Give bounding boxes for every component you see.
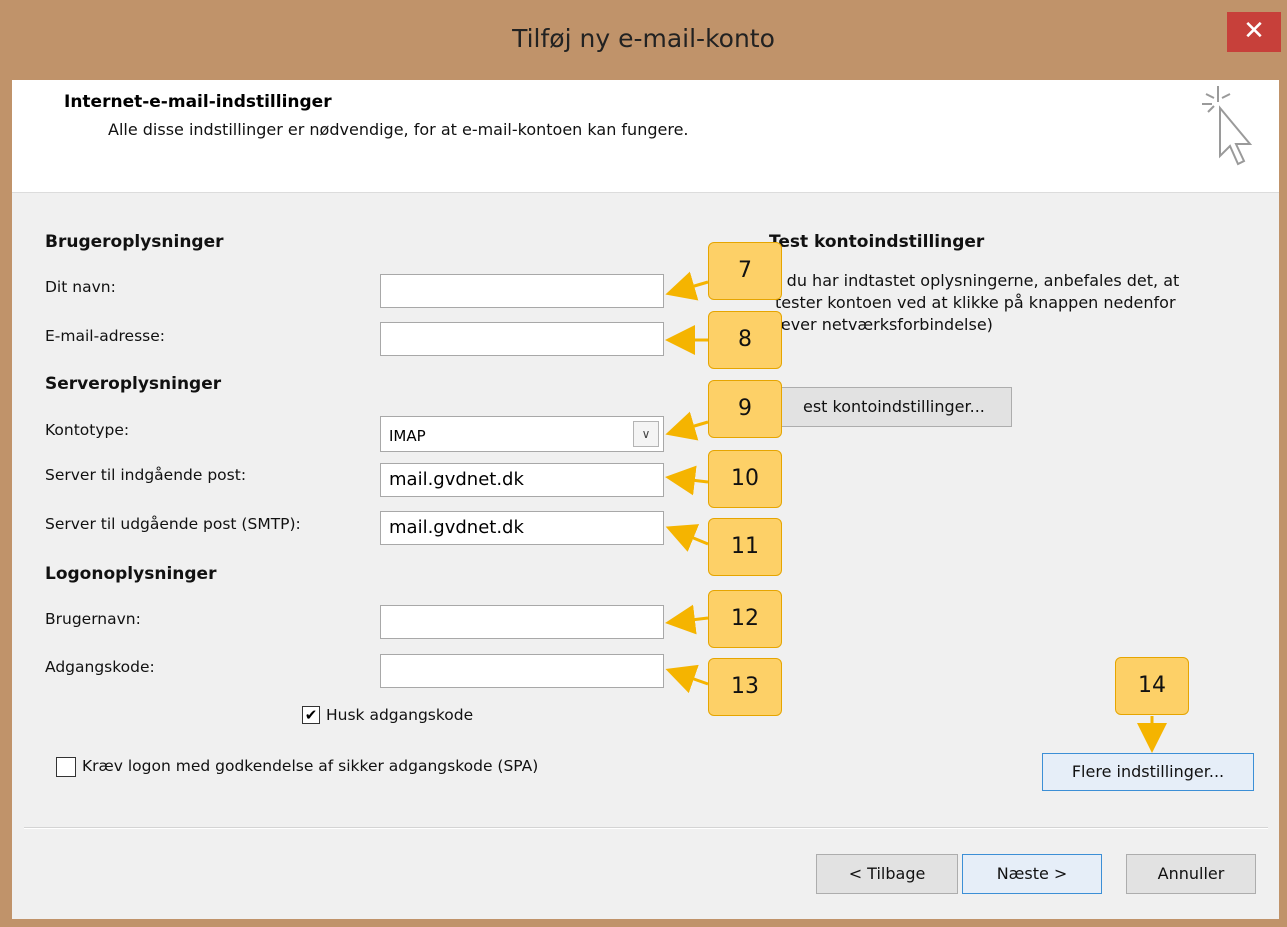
footer-divider xyxy=(24,827,1268,829)
spa-label[interactable]: Kræv logon med godkendelse af sikker adg… xyxy=(82,757,538,775)
email-label: E-mail-adresse: xyxy=(45,327,166,345)
title-bar[interactable]: Tilføj ny e-mail-konto ✕ xyxy=(0,0,1287,84)
callout-badge: 12 xyxy=(708,590,782,648)
more-settings-button[interactable]: Flere indstillinger... xyxy=(1042,753,1254,791)
callout-badge: 10 xyxy=(708,450,782,508)
name-field[interactable] xyxy=(380,274,664,308)
user-info-heading: Brugeroplysninger xyxy=(45,232,224,252)
page-title: Internet-e-mail-indstillinger xyxy=(64,92,332,112)
server-info-heading: Serveroplysninger xyxy=(45,374,222,394)
callout-badge: 11 xyxy=(708,518,782,576)
username-label: Brugernavn: xyxy=(45,610,141,628)
logon-info-heading: Logonoplysninger xyxy=(45,564,217,584)
spa-checkbox[interactable] xyxy=(56,757,76,777)
window-title: Tilføj ny e-mail-konto xyxy=(512,24,775,53)
username-field[interactable] xyxy=(380,605,664,639)
header-band: Internet-e-mail-indstillinger Alle disse… xyxy=(12,80,1279,193)
password-field[interactable] xyxy=(380,654,664,688)
test-settings-heading: Test kontoindstillinger xyxy=(769,232,985,252)
test-settings-description: r du har indtastet oplysningerne, anbefa… xyxy=(775,270,1245,336)
test-description-line: æver netværksforbindelse) xyxy=(775,315,993,334)
account-type-select[interactable]: IMAP ∨ xyxy=(380,416,664,452)
outgoing-server-label: Server til udgående post (SMTP): xyxy=(45,515,301,533)
incoming-server-field[interactable]: mail.gvdnet.dk xyxy=(380,463,664,497)
callout-badge: 13 xyxy=(708,658,782,716)
page-subtitle: Alle disse indstillinger er nødvendige, … xyxy=(108,120,689,139)
remember-password-label[interactable]: Husk adgangskode xyxy=(326,706,473,724)
dialog-client: Internet-e-mail-indstillinger Alle disse… xyxy=(12,80,1279,919)
chevron-down-icon[interactable]: ∨ xyxy=(633,421,659,447)
account-type-value: IMAP xyxy=(389,427,426,445)
remember-password-checkbox[interactable]: ✔ xyxy=(302,706,320,724)
next-button[interactable]: Næste > xyxy=(962,854,1102,894)
callout-badge: 8 xyxy=(708,311,782,369)
email-field[interactable] xyxy=(380,322,664,356)
dialog-window: Tilføj ny e-mail-konto ✕ Internet-e-mail… xyxy=(0,0,1287,927)
callout-badge: 9 xyxy=(708,380,782,438)
cancel-button[interactable]: Annuller xyxy=(1126,854,1256,894)
cursor-sparkle-icon xyxy=(1202,86,1253,166)
test-account-settings-button[interactable]: est kontoindstillinger... xyxy=(760,387,1012,427)
close-icon: ✕ xyxy=(1243,16,1265,46)
test-description-line: tester kontoen ved at klikke på knappen … xyxy=(775,293,1176,312)
callout-badge: 7 xyxy=(708,242,782,300)
name-label: Dit navn: xyxy=(45,278,116,296)
outgoing-server-field[interactable]: mail.gvdnet.dk xyxy=(380,511,664,545)
account-type-label: Kontotype: xyxy=(45,421,130,439)
test-description-line: r du har indtastet oplysningerne, anbefa… xyxy=(775,271,1180,290)
close-button[interactable]: ✕ xyxy=(1227,12,1281,52)
password-label: Adgangskode: xyxy=(45,658,155,676)
back-button[interactable]: < Tilbage xyxy=(816,854,958,894)
callout-badge: 14 xyxy=(1115,657,1189,715)
incoming-server-label: Server til indgående post: xyxy=(45,466,247,484)
